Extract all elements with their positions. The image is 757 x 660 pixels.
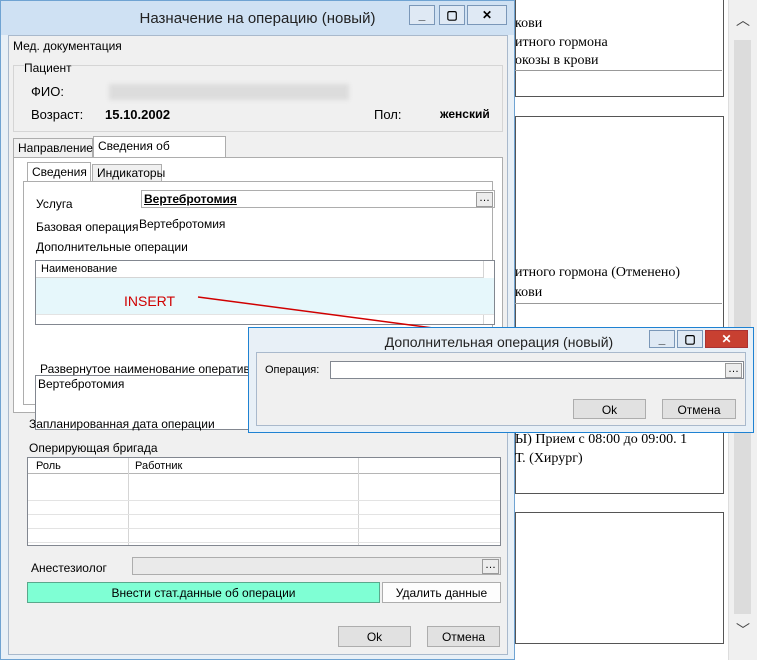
anesthesiologist-field[interactable]: …: [132, 557, 501, 575]
ok-button[interactable]: Ok: [338, 626, 411, 647]
extra-ops-col-header[interactable]: Наименование: [36, 261, 484, 278]
team-col-role[interactable]: Роль: [36, 458, 61, 474]
patient-group-label: Пациент: [24, 61, 72, 75]
bg-line: Т. (Хирург): [515, 451, 583, 466]
team-row[interactable]: [28, 502, 500, 515]
base-op-label: Базовая операция: [36, 220, 139, 234]
scroll-down-icon[interactable]: ﹀: [736, 620, 750, 640]
bg-divider: [515, 70, 722, 71]
team-row[interactable]: [28, 530, 500, 543]
window-title: Назначение на операцию (новый): [139, 10, 376, 27]
menu-med-docs[interactable]: Мед. документация: [13, 39, 122, 53]
bg-line: итного гормона (Отменено): [515, 265, 681, 280]
dialog-maximize-button[interactable]: ▢: [677, 330, 703, 348]
age-label: Возраст:: [31, 107, 84, 122]
additional-operation-dialog: Дополнительная операция (новый) _ ▢ ✕ Оп…: [248, 327, 754, 433]
service-field[interactable]: Вертебротомия …: [141, 190, 495, 208]
dialog-client: Операция: … Ok Отмена: [256, 352, 746, 426]
bg-line: Ы) Прием с 08:00 до 09:00. 1: [515, 432, 688, 447]
insert-annotation: INSERT: [124, 293, 176, 309]
bg-box: [515, 0, 724, 97]
team-row[interactable]: [28, 488, 500, 501]
operation-field[interactable]: …: [330, 361, 744, 379]
maximize-button[interactable]: ▢: [439, 5, 465, 25]
team-grid[interactable]: Роль Работник: [27, 457, 501, 546]
service-browse-button[interactable]: …: [476, 192, 493, 207]
team-row[interactable]: [28, 516, 500, 529]
team-grid-header: Роль Работник: [28, 458, 500, 474]
scroll-up-icon[interactable]: ︿: [736, 10, 750, 30]
extra-ops-grid[interactable]: Наименование: [35, 260, 495, 325]
operation-browse-button[interactable]: …: [725, 363, 742, 378]
bg-divider: [515, 303, 722, 304]
fio-label: ФИО:: [31, 84, 64, 99]
sex-value: женский: [440, 107, 490, 121]
subtab-info[interactable]: Сведения: [27, 162, 91, 182]
title-bar: Назначение на операцию (новый) _ ▢ ✕: [1, 1, 514, 35]
service-value: Вертебротомия: [144, 192, 237, 206]
expanded-name-value: Вертебротомия: [38, 377, 125, 391]
planned-date-label: Запланированная дата операции: [29, 417, 215, 431]
bg-box: [515, 512, 724, 644]
tab-direction[interactable]: Направление: [13, 138, 93, 158]
team-col-worker[interactable]: Работник: [135, 458, 182, 474]
operation-label: Операция:: [265, 364, 320, 376]
team-label: Оперирующая бригада: [29, 441, 158, 455]
subtab-indicators[interactable]: Индикаторы: [92, 164, 165, 182]
fio-value-redacted: [109, 84, 349, 100]
dialog-close-button[interactable]: ✕: [705, 330, 748, 348]
anesthesiologist-browse-button[interactable]: …: [482, 559, 499, 574]
cancel-button[interactable]: Отмена: [427, 626, 500, 647]
stat-data-button[interactable]: Внести стат.данные об операции: [27, 582, 380, 603]
dialog-cancel-button[interactable]: Отмена: [662, 399, 736, 419]
extra-ops-label: Дополнительные операции: [36, 240, 188, 254]
sex-label: Пол:: [374, 107, 402, 122]
dialog-ok-button[interactable]: Ok: [573, 399, 646, 419]
expanded-name-label: Развернутое наименование оперативног: [40, 362, 268, 376]
extra-ops-row[interactable]: [36, 302, 494, 315]
bg-line: кови: [515, 285, 543, 300]
minimize-button[interactable]: _: [409, 5, 435, 25]
age-value: 15.10.2002: [105, 107, 171, 122]
delete-data-button[interactable]: Удалить данные: [382, 582, 501, 603]
service-label: Услуга: [36, 197, 73, 211]
anesthesiologist-label: Анестезиолог: [31, 561, 107, 575]
close-button[interactable]: ✕: [467, 5, 507, 25]
tab-operation-info[interactable]: Сведения об операции: [93, 136, 226, 171]
base-op-value: Вертебротомия: [139, 217, 226, 231]
dialog-minimize-button[interactable]: _: [649, 330, 675, 348]
